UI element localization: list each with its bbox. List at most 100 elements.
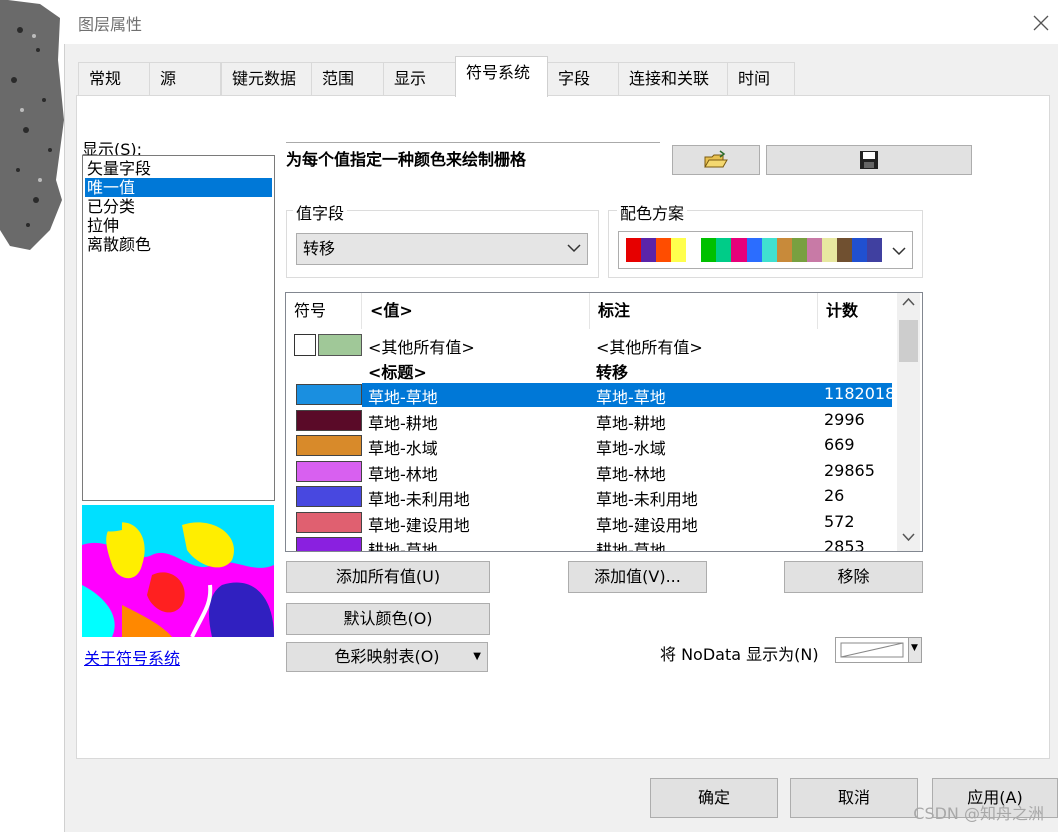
tab-display[interactable]: 显示 — [383, 62, 456, 96]
other-values-label[interactable]: <其他所有值> — [596, 334, 703, 358]
row-value: 草地-建设用地 — [368, 515, 470, 535]
tab-extent[interactable]: 范围 — [311, 62, 384, 96]
row-count: 2853 — [824, 537, 865, 552]
chevron-down-icon — [892, 247, 906, 256]
heading-label[interactable]: 转移 — [596, 359, 628, 383]
row-count: 572 — [824, 511, 855, 531]
renderer-description: 为每个值指定一种颜色来绘制栅格 — [286, 142, 660, 170]
window-title: 图层属性 — [78, 15, 143, 34]
renderer-item-vector-field[interactable]: 矢量字段 — [85, 159, 272, 178]
watermark: CSDN @知舟之洲 — [913, 804, 1044, 823]
heading-value: <标题> — [368, 363, 427, 382]
other-values-value: <其他所有值> — [368, 338, 475, 357]
row-label[interactable]: 草地-林地 — [596, 461, 666, 485]
symbol-swatch[interactable] — [296, 384, 362, 405]
chevron-down-icon — [567, 244, 581, 253]
cancel-button[interactable]: 取消 — [790, 778, 918, 818]
row-label[interactable]: 草地-耕地 — [596, 410, 666, 434]
symbol-swatch[interactable] — [296, 511, 362, 533]
row-value: 草地-草地 — [368, 388, 438, 407]
symbol-swatch[interactable] — [296, 409, 362, 431]
tab-source[interactable]: 源 — [149, 62, 221, 96]
col-symbol[interactable]: 符号 — [286, 293, 362, 329]
color-ramp-stop — [671, 238, 687, 262]
renderer-item-discrete-color[interactable]: 离散颜色 — [85, 235, 272, 254]
default-colors-button[interactable]: 默认颜色(O) — [286, 603, 490, 635]
row-label[interactable]: 耕地-草地 — [596, 537, 666, 551]
symbol-swatch[interactable] — [296, 537, 362, 551]
no-color-icon — [840, 642, 904, 658]
dropdown-arrow-icon: ▼ — [911, 643, 918, 653]
about-symbology-link[interactable]: 关于符号系统 — [84, 645, 180, 669]
background-map — [0, 0, 66, 832]
symbol-swatch[interactable] — [296, 486, 362, 507]
other-values-swatch[interactable] — [318, 334, 362, 356]
color-ramp-stop — [626, 238, 642, 262]
color-ramp-stop — [821, 238, 837, 262]
col-value[interactable]: <值> — [362, 293, 590, 329]
tab-key-metadata[interactable]: 键元数据 — [221, 62, 312, 96]
nodata-color-picker[interactable] — [835, 637, 909, 663]
row-value: 草地-未利用地 — [368, 490, 470, 509]
dropdown-arrow-icon: ▼ — [473, 651, 481, 662]
row-label[interactable]: 草地-未利用地 — [596, 486, 698, 510]
color-ramp-stop — [731, 238, 747, 262]
row-label[interactable]: 草地-水域 — [596, 435, 666, 459]
color-scheme-label: 配色方案 — [617, 200, 688, 224]
symbol-swatch[interactable] — [296, 460, 362, 482]
close-icon[interactable] — [1026, 8, 1056, 38]
floppy-save-icon — [858, 151, 880, 175]
renderer-preview-image — [82, 505, 274, 637]
colormap-label: 色彩映射表(O) — [334, 647, 440, 666]
scroll-thumb[interactable] — [899, 320, 918, 362]
row-value: 耕地-草地 — [368, 541, 438, 552]
color-ramp-stop — [641, 238, 657, 262]
folder-open-icon — [703, 150, 729, 177]
row-count: 2996 — [824, 409, 865, 429]
renderer-item-unique-values[interactable]: 唯一值 — [85, 178, 272, 197]
row-value: 草地-水域 — [368, 439, 438, 458]
row-count: 669 — [824, 435, 855, 454]
color-ramp-stop — [791, 238, 807, 262]
scroll-up-icon[interactable] — [897, 293, 920, 313]
color-ramp-stop — [746, 238, 762, 262]
add-values-button[interactable]: 添加值(V)... — [568, 561, 707, 593]
color-ramp-stop — [776, 238, 792, 262]
color-ramp-stop — [867, 238, 883, 262]
save-style-button[interactable] — [766, 145, 972, 175]
color-ramp-stop — [656, 238, 672, 262]
row-label[interactable]: 草地-建设用地 — [596, 512, 698, 536]
tab-general[interactable]: 常规 — [78, 62, 150, 96]
colormap-button[interactable]: 色彩映射表(O) ▼ — [286, 642, 488, 672]
nodata-dropdown-button[interactable]: ▼ — [909, 637, 922, 663]
remove-button[interactable]: 移除 — [784, 561, 923, 593]
row-count: 29865 — [824, 460, 875, 480]
row-value: 草地-耕地 — [368, 413, 438, 433]
symbol-swatch[interactable] — [296, 435, 362, 456]
open-style-button[interactable] — [672, 145, 760, 175]
ok-button[interactable]: 确定 — [650, 778, 778, 818]
col-label[interactable]: 标注 — [590, 293, 818, 329]
color-ramp-stop — [836, 238, 852, 262]
renderer-item-stretched[interactable]: 拉伸 — [85, 216, 272, 235]
tab-joins-relates[interactable]: 连接和关联 — [618, 62, 728, 96]
value-field-value: 转移 — [303, 239, 336, 258]
scroll-down-icon[interactable] — [897, 527, 920, 547]
tab-fields[interactable]: 字段 — [547, 62, 619, 96]
row-count: 1182018 — [824, 384, 896, 403]
color-scheme-select[interactable] — [618, 231, 913, 269]
unique-values-table[interactable]: 符号 <值> 标注 计数 <其他所有值> <其他所有值> <标题> 转移 草地-… — [285, 292, 923, 552]
value-field-select[interactable]: 转移 — [296, 233, 588, 265]
renderer-list[interactable]: 矢量字段 唯一值 已分类 拉伸 离散颜色 — [82, 155, 275, 501]
row-count: 26 — [824, 486, 845, 505]
other-values-checkbox[interactable] — [294, 334, 316, 356]
color-ramp-stop — [761, 238, 777, 262]
tab-time[interactable]: 时间 — [727, 62, 795, 96]
value-field-label: 值字段 — [293, 200, 348, 224]
renderer-item-classified[interactable]: 已分类 — [85, 197, 272, 216]
tab-symbology[interactable]: 符号系统 — [455, 56, 548, 97]
col-count[interactable]: 计数 — [818, 293, 898, 329]
add-all-values-button[interactable]: 添加所有值(U) — [286, 561, 490, 593]
row-label[interactable]: 草地-草地 — [596, 384, 666, 408]
color-ramp-stop — [806, 238, 822, 262]
